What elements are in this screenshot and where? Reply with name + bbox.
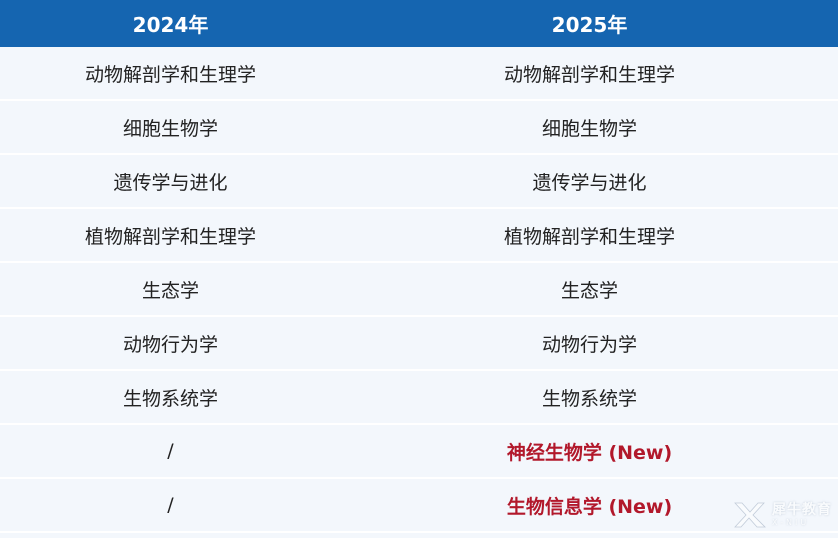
header-2025: 2025年	[551, 13, 628, 37]
cell-2024: /	[167, 494, 174, 516]
cell-2024: 动物解剖学和生理学	[84, 63, 256, 86]
cell-2024: 生态学	[141, 279, 199, 302]
watermark: 犀牛教育 X-NIU	[732, 500, 832, 530]
table-row: 植物解剖学和生理学 植物解剖学和生理学	[0, 209, 838, 263]
table-row: 生态学 生态学	[0, 263, 838, 317]
cell-2025: 细胞生物学	[541, 117, 637, 140]
table-row: 细胞生物学 细胞生物学	[0, 101, 838, 155]
cell-2024: /	[167, 440, 174, 462]
table-body: 动物解剖学和生理学 动物解剖学和生理学 细胞生物学 细胞生物学 遗传学与进化 遗…	[0, 47, 838, 533]
cell-2025: 动物解剖学和生理学	[503, 63, 675, 86]
table-row: 动物解剖学和生理学 动物解剖学和生理学	[0, 47, 838, 101]
table-row: / 神经生物学 (New)	[0, 425, 838, 479]
table-row: / 生物信息学 (New)	[0, 479, 838, 533]
watermark-brand-latin: X-NIU	[772, 518, 810, 527]
cell-2024: 动物行为学	[122, 333, 218, 356]
cell-2025: 生态学	[560, 279, 618, 302]
table-row: 生物系统学 生物系统学	[0, 371, 838, 425]
cell-2025-new: 神经生物学 (New)	[506, 441, 673, 464]
cell-2025: 动物行为学	[541, 333, 637, 356]
cell-2025: 生物系统学	[541, 387, 637, 410]
header-2024: 2024年	[132, 13, 209, 37]
cell-2025: 遗传学与进化	[532, 171, 647, 194]
table-row: 遗传学与进化 遗传学与进化	[0, 155, 838, 209]
course-comparison-table: 2024年 2025年 动物解剖学和生理学 动物解剖学和生理学 细胞生物学 细胞…	[0, 0, 838, 538]
cell-2025: 植物解剖学和生理学	[503, 225, 675, 248]
brand-logo-icon	[734, 502, 766, 528]
cell-2024: 遗传学与进化	[113, 171, 228, 194]
watermark-brand-text: 犀牛教育	[772, 502, 832, 518]
table-row: 动物行为学 动物行为学	[0, 317, 838, 371]
table-header: 2024年 2025年	[0, 0, 838, 47]
cell-2024: 植物解剖学和生理学	[84, 225, 256, 248]
cell-2024: 生物系统学	[122, 387, 218, 410]
cell-2024: 细胞生物学	[122, 117, 218, 140]
